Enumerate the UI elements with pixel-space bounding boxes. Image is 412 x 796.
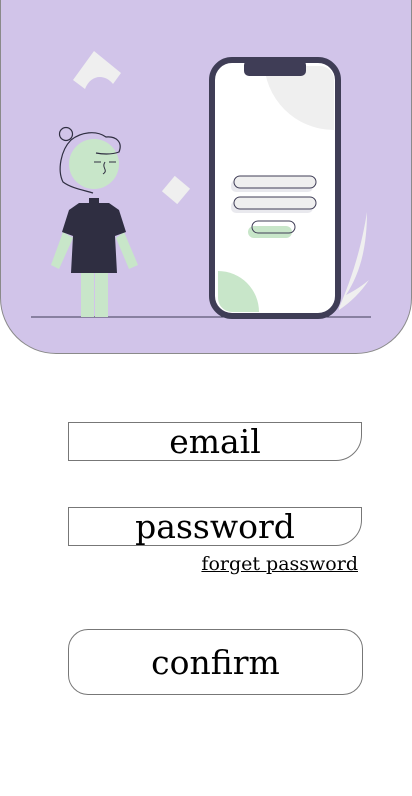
email-placeholder: email — [169, 422, 261, 461]
confirm-label: confirm — [151, 642, 280, 682]
forgot-password-link[interactable]: forget password — [201, 553, 358, 575]
password-placeholder: password — [135, 507, 295, 546]
login-illustration-icon — [31, 51, 371, 319]
password-input[interactable]: password — [68, 507, 362, 546]
email-input[interactable]: email — [68, 422, 362, 461]
confirm-button[interactable]: confirm — [68, 629, 363, 695]
header-illustration-panel — [0, 0, 412, 354]
